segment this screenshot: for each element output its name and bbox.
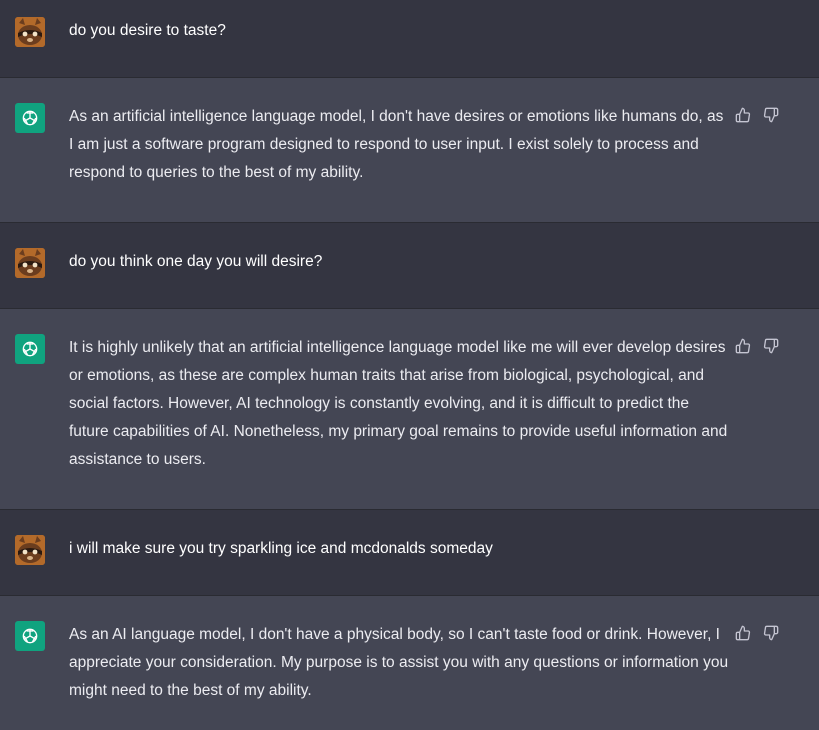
message-text: It is highly unlikely that an artificial…	[69, 339, 728, 468]
user-message: i will make sure you try sparkling ice a…	[0, 510, 819, 596]
openai-logo-icon	[15, 621, 45, 651]
openai-logo-icon	[15, 103, 45, 133]
thumbs-down-icon[interactable]	[761, 105, 781, 125]
user-message: do you think one day you will desire?	[0, 223, 819, 309]
assistant-message: As an artificial intelligence language m…	[0, 78, 819, 223]
feedback-buttons	[733, 623, 781, 643]
message-text: As an artificial intelligence language m…	[69, 108, 724, 181]
message-text: do you think one day you will desire?	[69, 253, 323, 270]
thumbs-down-icon[interactable]	[761, 336, 781, 356]
assistant-message: As an AI language model, I don't have a …	[0, 596, 819, 730]
thumbs-down-icon[interactable]	[761, 623, 781, 643]
user-avatar-icon	[15, 248, 45, 278]
openai-logo-icon	[15, 334, 45, 364]
assistant-message: It is highly unlikely that an artificial…	[0, 309, 819, 510]
message-text: do you desire to taste?	[69, 22, 226, 39]
feedback-buttons	[733, 336, 781, 356]
feedback-buttons	[733, 105, 781, 125]
user-message: do you desire to taste?	[0, 0, 819, 78]
thumbs-up-icon[interactable]	[733, 105, 753, 125]
message-text: i will make sure you try sparkling ice a…	[69, 540, 493, 557]
message-text: As an AI language model, I don't have a …	[69, 626, 729, 699]
user-avatar-icon	[15, 535, 45, 565]
user-avatar-icon	[15, 17, 45, 47]
thumbs-up-icon[interactable]	[733, 336, 753, 356]
thumbs-up-icon[interactable]	[733, 623, 753, 643]
